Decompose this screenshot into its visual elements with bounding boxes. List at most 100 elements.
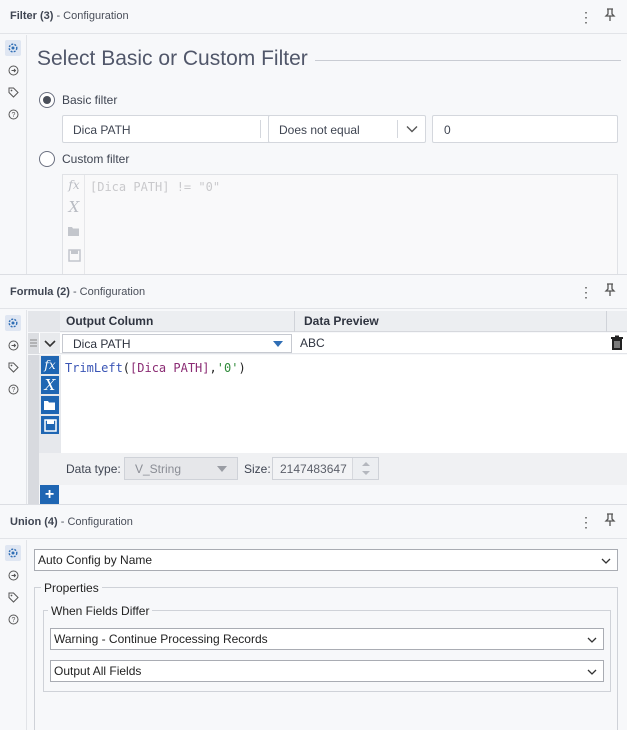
basic-filter-label: Basic filter [62,93,118,107]
svg-text:?: ? [11,387,15,394]
basic-filter-radio[interactable] [39,92,55,108]
formula-close-paren: ) [238,361,246,375]
tag-icon[interactable] [5,359,21,375]
header-divider [606,311,607,332]
data-type-value: V_String [135,462,182,476]
function-icon[interactable]: fx [66,177,82,193]
union-panel: Union (4) - Configuration ⋮ ? Auto Confi… [0,504,627,730]
data-preview-value: ABC [300,336,325,350]
expression-toolbar: fx X [63,175,85,274]
data-type-select[interactable]: V_String [124,457,238,480]
save-icon[interactable] [41,416,59,434]
gear-icon[interactable] [5,40,21,56]
union-side-toolbar: ? [0,540,27,730]
compare-value-text: 0 [444,123,451,137]
formula-side-toolbar: ? [0,310,27,504]
add-formula-button[interactable]: + [40,485,59,504]
variable-icon[interactable]: X [41,376,59,394]
formula-field-ref: [Dica PATH] [130,361,210,375]
filter-heading: Select Basic or Custom Filter [37,47,308,70]
variable-icon[interactable]: X [66,198,82,216]
dropdown-arrow-icon [217,466,227,472]
filter-panel: Filter (3) - Configuration ⋮ ? Select Ba… [0,0,627,274]
formula-panel-title: Formula (2) - Configuration [10,286,145,298]
grid-corner [28,311,60,332]
union-panel-title: Union (4) - Configuration [10,516,133,528]
help-icon[interactable]: ? [5,611,21,627]
size-input[interactable]: 2147483647 [272,457,379,480]
formula-comma: , [209,361,217,375]
chevron-down-icon [587,637,597,643]
chevron-down-icon [601,558,611,564]
size-label: Size: [244,462,271,476]
custom-filter-label: Custom filter [62,152,130,166]
filter-title-rest: - Configuration [53,10,129,22]
formula-function-name: TrimLeft [65,361,123,375]
data-type-label: Data type: [66,462,121,476]
custom-expression-editor: fx X [Dica PATH] != "0" [62,174,618,274]
connection-icon[interactable] [5,337,21,353]
output-column-header[interactable]: Output Column [66,314,153,328]
custom-expression-text[interactable]: [Dica PATH] != "0" [90,180,220,194]
field-select-value: Dica PATH [73,123,131,137]
union-title-bold: Union (4) [10,516,58,528]
auto-config-select[interactable]: Auto Config by Name [34,549,618,571]
menu-icon[interactable]: ⋮ [578,8,594,26]
connection-icon[interactable] [5,62,21,78]
output-fields-value: Output All Fields [54,664,142,678]
connection-icon[interactable] [5,567,21,583]
menu-icon[interactable]: ⋮ [578,513,594,531]
field-select-separator [260,120,261,138]
trash-icon[interactable] [610,335,626,352]
fields-differ-select[interactable]: Warning - Continue Processing Records [50,628,604,650]
filter-panel-header: Filter (3) - Configuration ⋮ [0,0,627,34]
properties-label: Properties [41,581,102,595]
custom-filter-radio[interactable] [39,151,55,167]
svg-text:?: ? [11,617,15,624]
row-strip [28,355,39,504]
menu-icon[interactable]: ⋮ [578,283,594,301]
formula-expression[interactable]: TrimLeft([Dica PATH],'0') [65,361,246,375]
open-folder-icon[interactable] [41,396,59,414]
gear-icon[interactable] [5,545,21,561]
fields-differ-value: Warning - Continue Processing Records [54,632,268,646]
row-handle[interactable] [28,333,39,354]
output-fields-select[interactable]: Output All Fields [50,660,604,682]
data-preview-header[interactable]: Data Preview [304,314,379,328]
filter-panel-title: Filter (3) - Configuration [10,10,129,22]
formula-string-literal: '0' [216,361,239,375]
function-icon[interactable]: fx [41,356,59,374]
operator-select-separator [397,120,398,138]
output-column-select[interactable]: Dica PATH [62,334,292,353]
chevron-down-icon [406,126,418,133]
size-value: 2147483647 [280,462,347,476]
formula-open-paren: ( [122,361,131,375]
size-spinner[interactable] [352,458,378,479]
union-title-rest: - Configuration [57,516,133,528]
operator-select-value: Does not equal [279,123,360,137]
row-collapse[interactable] [40,333,60,354]
tag-icon[interactable] [5,589,21,605]
operator-select[interactable]: Does not equal [268,115,426,143]
filter-title-bold: Filter (3) [10,10,54,22]
help-icon[interactable]: ? [5,381,21,397]
formula-title-bold: Formula (2) [10,286,70,298]
save-icon[interactable] [66,247,82,263]
formula-row: Dica PATH ABC [28,333,627,354]
formula-panel: Formula (2) - Configuration ⋮ ? Output C… [0,274,627,504]
fields-differ-label: When Fields Differ [48,604,153,618]
dropdown-arrow-icon [273,341,283,347]
pin-icon[interactable] [602,8,618,26]
tag-icon[interactable] [5,84,21,100]
field-select[interactable]: Dica PATH [62,115,290,143]
heading-divider [315,60,621,61]
compare-value-input[interactable]: 0 [432,115,618,143]
gear-icon[interactable] [5,315,21,331]
header-divider [294,311,295,332]
open-folder-icon[interactable] [66,223,82,239]
filter-content: Select Basic or Custom Filter Basic filt… [28,35,627,274]
help-icon[interactable]: ? [5,106,21,122]
union-panel-header: Union (4) - Configuration ⋮ [0,505,627,539]
pin-icon[interactable] [602,283,618,301]
pin-icon[interactable] [602,513,618,531]
